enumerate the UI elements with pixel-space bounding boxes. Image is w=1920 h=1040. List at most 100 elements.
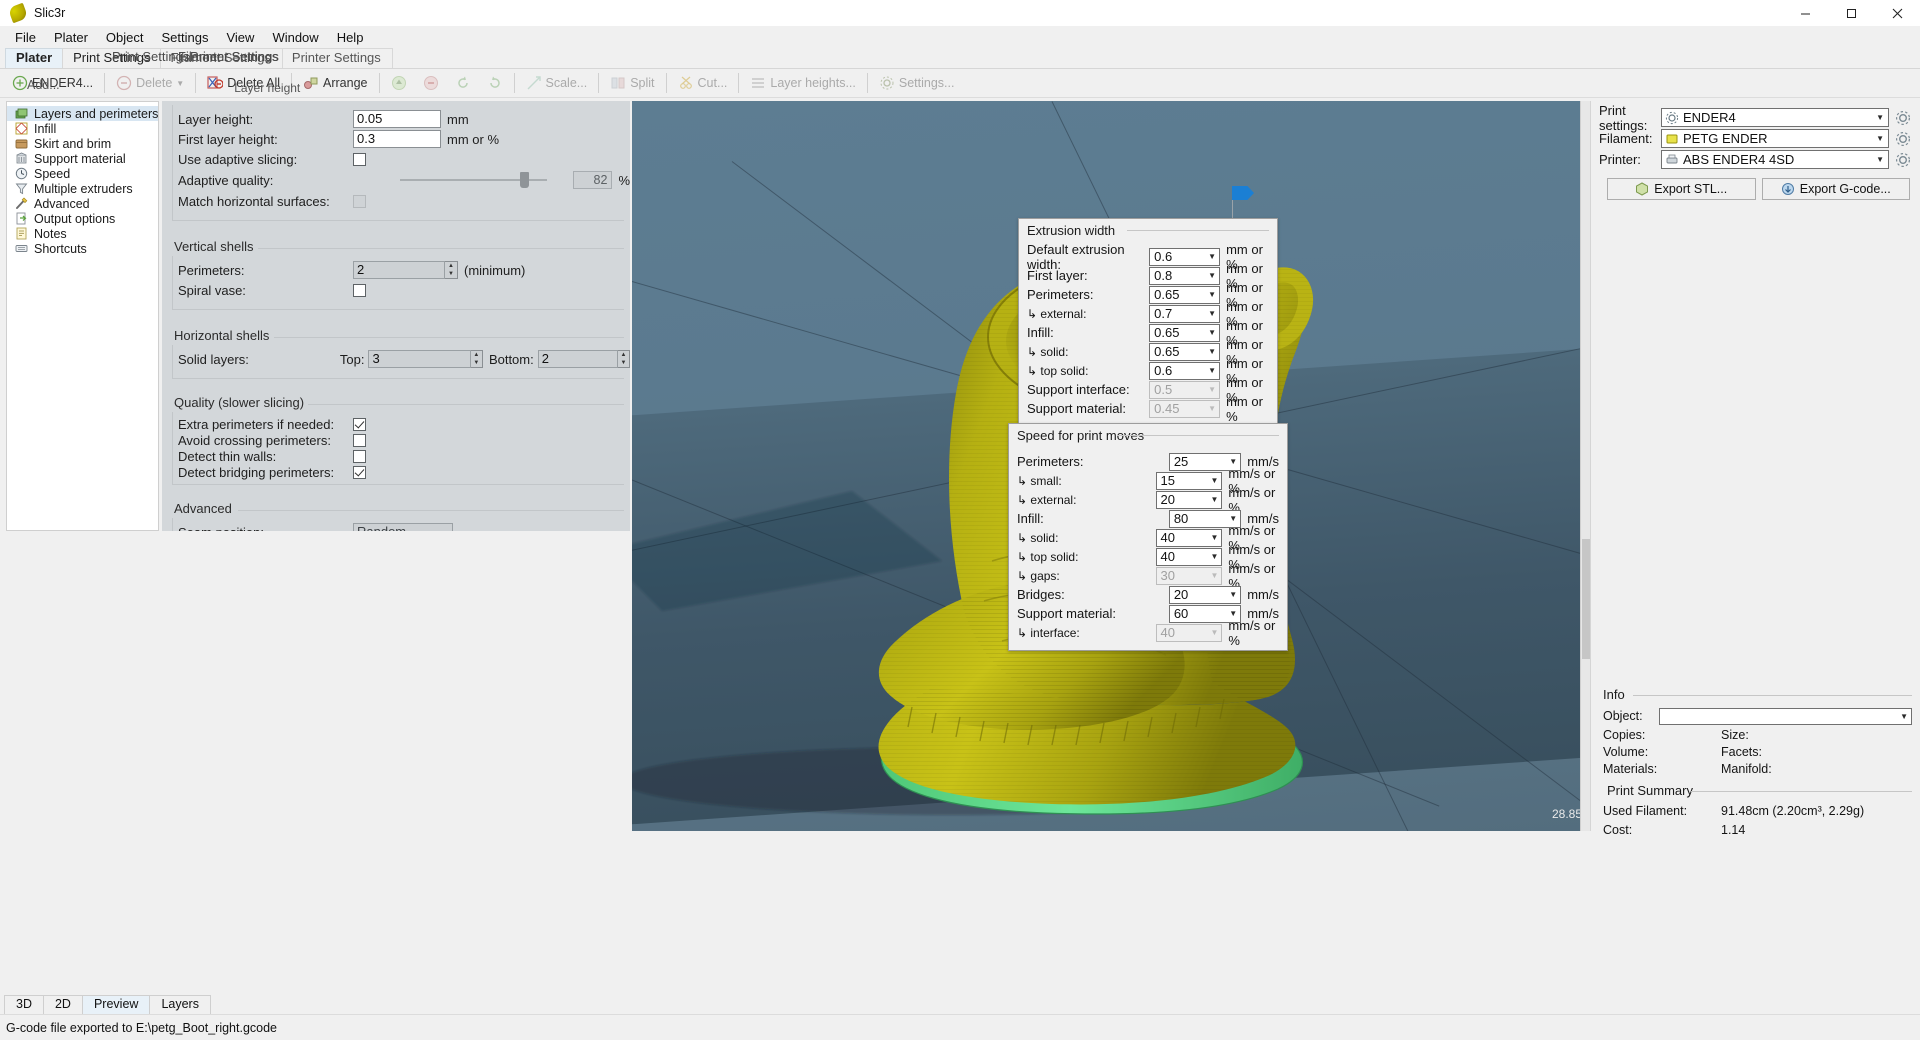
close-icon[interactable] [1874,0,1920,26]
tree-item-advanced[interactable]: Advanced [7,196,158,211]
minimize-icon[interactable] [1782,0,1828,26]
setting-unit: (minimum) [464,262,526,278]
menu-help[interactable]: Help [328,28,373,47]
tab-3d[interactable]: 3D [4,995,44,1014]
delete-button[interactable]: Delete ▼ [108,71,192,96]
toolbar-separator-7 [665,73,667,93]
perimeters-input[interactable]: 2 [353,261,445,279]
print-settings-gear-icon[interactable] [1894,109,1912,127]
infill-extrusion-width-select[interactable]: 0.65 ▼ [1149,323,1221,342]
first-layer-height-input[interactable]: 0.3 [353,130,441,148]
filament-label: Filament: [1599,131,1653,146]
scrollbar-thumb[interactable] [1582,539,1590,659]
tree-item-speed[interactable]: Speed [7,166,158,181]
tree-item-skirt-and-brim[interactable]: Skirt and brim [7,136,158,151]
maximize-icon[interactable] [1828,0,1874,26]
row-label: ↳ top solid: [1017,549,1079,564]
speed-top-solid-infill-select[interactable]: 40 ▼ [1155,547,1223,566]
spin-up-icon[interactable]: ▲ [471,351,482,359]
extra-perimeters-checkbox[interactable] [353,417,366,431]
menu-view[interactable]: View [217,28,263,47]
tab-plater[interactable]: Plater [5,48,64,68]
menu-settings[interactable]: Settings [153,28,218,47]
tree-item-layers-and-perimeters[interactable]: Layers and perimeters [7,106,158,121]
perimeters-spinner[interactable]: ▲ ▼ [445,261,458,279]
export-gcode-button[interactable]: Export G-code... [1761,178,1910,200]
adaptive-quality-value[interactable]: 82 [573,171,613,189]
speed-solid-infill-select[interactable]: 40 ▼ [1155,528,1223,547]
adaptive-quality-slider[interactable] [399,172,548,188]
speed-bridges-select[interactable]: 20 ▼ [1168,585,1242,604]
external-extrusion-width-select[interactable]: 0.7 ▼ [1149,304,1221,323]
seam-position-select[interactable]: Random [353,523,453,531]
menu-window[interactable]: Window [263,28,327,47]
bottom-solid-layers-input[interactable]: 2 [537,350,618,368]
row-label: ↳ small: [1017,473,1062,488]
cut-button[interactable]: Cut... [670,71,736,96]
speed-row-support-interface: ↳ interface: 40 ▼ mm/s or % [1017,618,1279,648]
use-adaptive-slicing-checkbox[interactable] [353,152,366,166]
printer-gear-icon[interactable] [1894,151,1912,169]
tab-layers[interactable]: Layers [149,995,211,1014]
viewport-scrollbar[interactable] [1580,101,1590,831]
spiral-vase-checkbox[interactable] [353,283,366,297]
row-label: Default extrusion width: [1027,241,1125,272]
move-down-button[interactable] [415,71,447,96]
tree-item-output-options[interactable]: Output options [7,211,158,226]
object-combo[interactable]: ▼ [1659,707,1912,725]
layer-height-input[interactable]: 0.05 [353,110,441,128]
speed-external-perimeters-select[interactable]: 20 ▼ [1155,490,1223,509]
top-solid-layers-input[interactable]: 3 [368,350,471,368]
detect-bridging-perimeters-checkbox[interactable] [353,465,366,479]
spin-up-icon[interactable]: ▲ [618,351,629,359]
layer-heights-button[interactable]: Layer heights... [742,71,863,96]
top-solid-extrusion-width-select[interactable]: 0.6 ▼ [1149,361,1221,380]
layer-number-indicator: 28.85 [1551,807,1582,821]
tree-item-infill[interactable]: Infill [7,121,158,136]
printer-combo[interactable]: ABS ENDER4 4SD ▼ [1661,150,1889,169]
menu-plater[interactable]: Plater [45,28,97,47]
tree-item-support-material[interactable]: Support material [7,151,158,166]
menu-file[interactable]: File [6,28,45,47]
export-stl-button[interactable]: Export STL... [1607,178,1756,200]
select-value: 40 [1160,624,1175,640]
default-extrusion-width-select[interactable]: 0.6 ▼ [1149,247,1221,266]
speed-small-perimeters-select[interactable]: 15 ▼ [1155,471,1223,490]
slider-thumb[interactable] [519,172,529,188]
bottom-solid-layers-spinner[interactable]: ▲ ▼ [617,350,630,368]
split-button[interactable]: Split [602,71,662,96]
tree-item-shortcuts[interactable]: Shortcuts [7,241,158,256]
perimeters-extrusion-width-select[interactable]: 0.65 ▼ [1149,285,1221,304]
spin-down-icon[interactable]: ▼ [445,270,457,278]
settings-button[interactable]: Settings... [871,71,963,96]
cut-label: Cut... [697,76,728,90]
settings-category-tree[interactable]: Layers and perimeters Infill Skirt and b… [6,101,159,531]
tree-item-notes[interactable]: Notes [7,226,158,241]
top-solid-layers-spinner[interactable]: ▲ ▼ [470,350,483,368]
rotate-cw-button[interactable] [479,71,511,96]
setting-row-layer-height: Layer height: 0.05 mm [173,109,630,129]
delete-all-button[interactable]: Delete All Layer height [199,71,300,96]
spin-down-icon[interactable]: ▼ [471,359,482,367]
tab-preview[interactable]: Preview [81,995,151,1014]
filament-combo[interactable]: PETG ENDER ▼ [1661,129,1889,148]
avoid-crossing-perimeters-checkbox[interactable] [353,433,366,447]
move-up-button[interactable] [383,71,415,96]
solid-extrusion-width-select[interactable]: 0.65 ▼ [1149,342,1221,361]
arrange-button[interactable]: Arrange [295,71,375,96]
row-label: Perimeters: [1017,454,1084,469]
print-settings-combo[interactable]: ENDER4 ▼ [1661,108,1889,127]
tree-item-multiple-extruders[interactable]: Multiple extruders [7,181,158,196]
spin-down-icon[interactable]: ▼ [618,359,629,367]
menu-object[interactable]: Object [97,28,153,47]
first-layer-extrusion-width-select[interactable]: 0.8 ▼ [1149,266,1221,285]
tab-printer-settings[interactable]: Printer Settings Printer Settings [281,48,393,68]
add-button[interactable]: ENDER4... Add... [4,71,101,96]
tab-2d[interactable]: 2D [42,995,83,1014]
scale-button[interactable]: Scale... [518,71,596,96]
spin-up-icon[interactable]: ▲ [445,262,457,270]
filament-gear-icon[interactable] [1894,130,1912,148]
detect-thin-walls-checkbox[interactable] [353,449,366,463]
layer-heights-label: Layer heights... [770,76,856,90]
rotate-ccw-button[interactable] [447,71,479,96]
